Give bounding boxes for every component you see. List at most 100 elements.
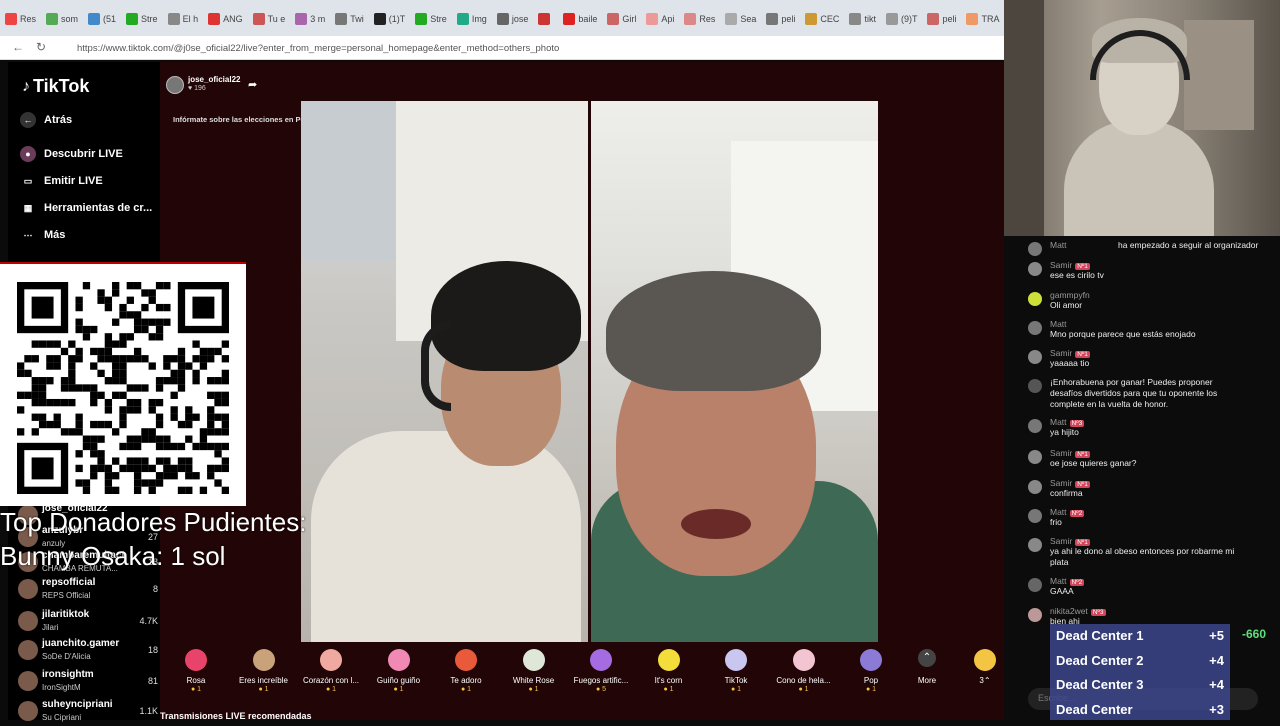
gift-item[interactable]: White Rose ● 1 [501, 649, 567, 693]
back-icon[interactable]: ← [12, 40, 24, 54]
browser-tab[interactable]: 3 m [290, 8, 330, 30]
chat-username[interactable]: Samir [1050, 536, 1072, 546]
chat-avatar[interactable] [1028, 419, 1042, 433]
chat-username[interactable]: Matt [1050, 576, 1067, 586]
followed-streamer-row[interactable]: suheyncipriani Su Cipriani 1.1K [18, 698, 158, 726]
chat-avatar[interactable] [1028, 379, 1042, 393]
dead-center-leaderboard: Dead Center 1 +5 Dead Center 2 +4 Dead Cente… [1050, 624, 1230, 720]
gift-more-button[interactable]: ⌃ More [894, 649, 960, 685]
browser-tab[interactable]: Res [0, 8, 41, 30]
gift-item[interactable]: Eres increíble ● 1 [231, 649, 297, 693]
browser-tab[interactable]: Twi [330, 8, 369, 30]
host-name[interactable]: jose_oficial22 [188, 75, 240, 84]
chat-username[interactable]: Samir [1050, 348, 1072, 358]
browser-tab[interactable] [533, 8, 558, 30]
chat-user[interactable]: Samir Nº1 [1050, 448, 1090, 458]
election-info-banner[interactable]: Infórmate sobre las elecciones en Perú [173, 115, 312, 124]
gift-item[interactable]: Guiño guiño ● 1 [366, 649, 432, 693]
browser-tab[interactable]: peli [761, 8, 800, 30]
chat-avatar[interactable] [1028, 242, 1042, 256]
nav-more[interactable]: ⋯ Más [20, 227, 66, 243]
chat-user[interactable]: Matt [1050, 240, 1067, 250]
followed-streamer-row[interactable]: ironsightm IronSightM 81 [18, 668, 158, 696]
chat-avatar[interactable] [1028, 262, 1042, 276]
donors-title: Top Donadores Pudientes: [0, 507, 307, 537]
chat-user[interactable]: Samir Nº1 [1050, 348, 1090, 358]
browser-tab[interactable]: ANG [203, 8, 248, 30]
browser-tab[interactable]: Girl [602, 8, 641, 30]
chat-user[interactable]: Matt [1050, 319, 1067, 329]
followed-streamer-row[interactable]: jilaritiktok Jilari 4.7K [18, 608, 158, 636]
followed-streamer-row[interactable]: juanchito.gamer SoDe D'Alicia 18 [18, 637, 158, 665]
chat-avatar[interactable] [1028, 450, 1042, 464]
gift-item[interactable]: TikTok ● 1 [703, 649, 769, 693]
browser-tab[interactable]: (1)T [369, 8, 411, 30]
followed-streamer-row[interactable]: repsofficial REPS Official 8 [18, 576, 158, 604]
browser-tab[interactable]: TRA [961, 8, 1004, 30]
chat-avatar[interactable] [1028, 578, 1042, 592]
nav-label: Emitir LIVE [44, 175, 103, 187]
browser-tab[interactable]: El h [163, 8, 204, 30]
chat-user[interactable]: nikita2wet Nº3 [1050, 606, 1106, 616]
chat-username[interactable]: Samir [1050, 448, 1072, 458]
browser-tab[interactable]: CEC [800, 8, 844, 30]
chat-username[interactable]: Matt [1050, 240, 1067, 250]
browser-tab[interactable]: Img [452, 8, 492, 30]
chat-avatar[interactable] [1028, 350, 1042, 364]
browser-tab[interactable]: (51 [83, 8, 121, 30]
chat-user[interactable]: Matt Nº2 [1050, 576, 1085, 586]
chat-username[interactable]: gammpyfn [1050, 290, 1090, 300]
chat-user[interactable]: Matt Nº3 [1050, 417, 1085, 427]
browser-tab[interactable]: Res [679, 8, 720, 30]
browser-tab[interactable]: Stre [410, 8, 452, 30]
chat-avatar[interactable] [1028, 608, 1042, 622]
gift-item[interactable]: Corazón con l... ● 1 [298, 649, 364, 693]
chat-username[interactable]: nikita2wet [1050, 606, 1088, 616]
browser-tab[interactable]: Stre [121, 8, 163, 30]
chat-user[interactable]: Matt Nº2 [1050, 507, 1085, 517]
chat-avatar[interactable] [1028, 292, 1042, 306]
chat-avatar[interactable] [1028, 509, 1042, 523]
browser-tab[interactable]: Api [641, 8, 679, 30]
nav-discover-live[interactable]: ● Descubrir LIVE [20, 146, 123, 162]
browser-tab[interactable]: peli [922, 8, 961, 30]
browser-tab[interactable]: (9)T [881, 8, 923, 30]
chat-user[interactable]: Samir Nº1 [1050, 536, 1090, 546]
gift-item[interactable]: Rosa ● 1 [163, 649, 229, 693]
browser-tab[interactable]: tikt [844, 8, 881, 30]
chat-avatar[interactable] [1028, 321, 1042, 335]
back-arrow-icon: ← [20, 112, 36, 128]
gift-icon [252, 649, 275, 671]
reload-icon[interactable]: ↻ [36, 40, 46, 54]
chat-username[interactable]: Matt [1050, 417, 1067, 427]
host-avatar[interactable] [166, 76, 184, 94]
gift-item[interactable]: Cono de hela... ● 1 [771, 649, 837, 693]
tab-label: (1)T [388, 14, 406, 24]
chat-user[interactable]: gammpyfn [1050, 290, 1090, 300]
browser-tab[interactable]: som [41, 8, 83, 30]
nav-go-live[interactable]: ▭ Emitir LIVE [20, 173, 103, 189]
share-icon[interactable]: ➦ [248, 78, 257, 91]
chat-username[interactable]: Matt [1050, 507, 1067, 517]
chat-username[interactable]: Matt [1050, 319, 1067, 329]
browser-tab[interactable]: jose [492, 8, 534, 30]
tab-favicon-icon [335, 13, 348, 25]
browser-tab[interactable]: baile [558, 8, 602, 30]
tab-label: Stre [430, 14, 447, 24]
nav-back[interactable]: ← Atrás [20, 112, 72, 128]
chat-user[interactable]: Samir Nº1 [1050, 260, 1090, 270]
tiktok-logo[interactable]: ♪ TikTok [22, 76, 89, 97]
chat-avatar[interactable] [1028, 480, 1042, 494]
host-info[interactable]: jose_oficial22 ♥ 196 ➦ [166, 74, 366, 96]
browser-tab[interactable]: Tu e [248, 8, 291, 30]
chat-user[interactable]: Samir Nº1 [1050, 478, 1090, 488]
gift-item[interactable]: Te adoro ● 1 [433, 649, 499, 693]
browser-tab[interactable]: Sea [720, 8, 761, 30]
gift-item[interactable]: It's corn ● 1 [636, 649, 702, 693]
nav-creator-tools[interactable]: ▦ Herramientas de cr... [20, 200, 153, 216]
gift-item[interactable]: Fuegos artific... ● 5 [568, 649, 634, 693]
url-field[interactable]: https://www.tiktok.com/@j0se_oficial22/l… [62, 40, 962, 57]
chat-username[interactable]: Samir [1050, 478, 1072, 488]
chat-username[interactable]: Samir [1050, 260, 1072, 270]
chat-avatar[interactable] [1028, 538, 1042, 552]
